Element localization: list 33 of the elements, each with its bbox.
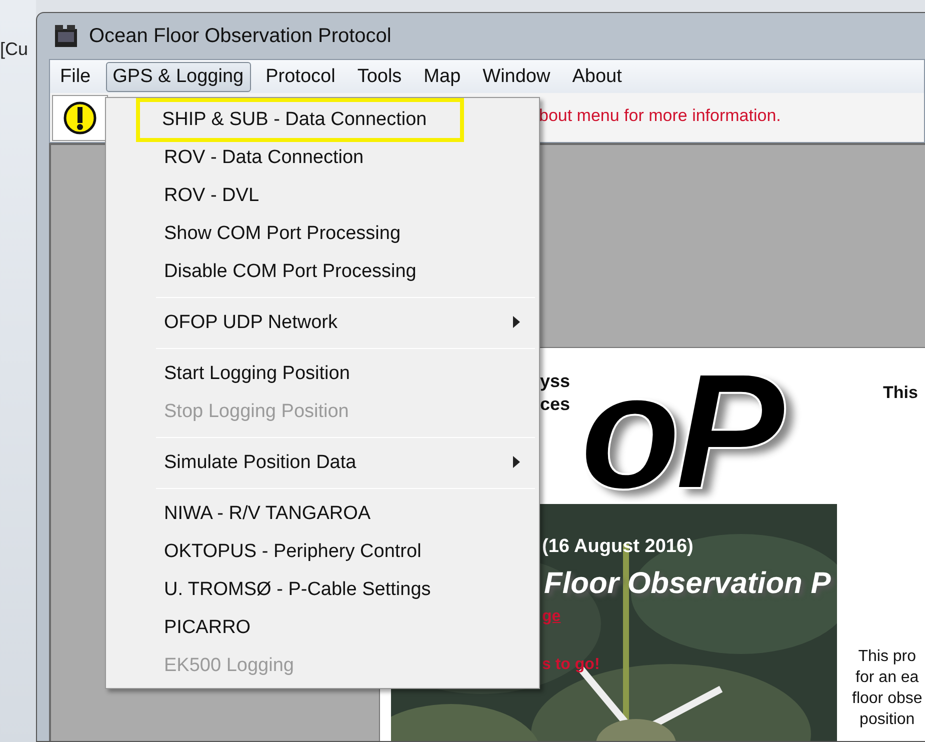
description-text: This pro for an ea floor obse position	[852, 647, 922, 730]
menu-item[interactable]: Start Logging Position	[108, 355, 537, 393]
window-title: Ocean Floor Observation Protocol	[89, 24, 392, 49]
window-title: [Cu	[0, 39, 28, 59]
menu-item[interactable]: Map	[416, 62, 468, 92]
menu-item[interactable]: SHIP & SUB - Data Connection	[139, 101, 461, 139]
menu-item[interactable]: Disable COM Port Processing	[108, 253, 537, 291]
menu-item[interactable]: OKTOPUS - Periphery Control	[108, 533, 537, 571]
submenu-arrow-icon	[513, 456, 520, 468]
menu-item[interactable]: Simulate Position Data	[108, 444, 537, 482]
heading-text: yss	[540, 370, 570, 393]
subtitle-text: Floor Observation P	[544, 566, 831, 602]
menu-item[interactable]: Window	[476, 62, 558, 92]
menu-item[interactable]: PICARRO	[108, 609, 537, 647]
heading-text: ces	[540, 393, 570, 416]
highlight-text: s to go!	[542, 655, 600, 675]
menu-item[interactable]: About	[565, 62, 629, 92]
menu-item[interactable]: NIWA - R/V TANGAROA	[108, 495, 537, 533]
menu-item[interactable]: ROV - DVL	[108, 177, 537, 215]
menu-item[interactable]: ROV - Data Connection	[108, 139, 537, 177]
menu-item[interactable]: Protocol	[258, 62, 342, 92]
status-message: bout menu for more information.	[539, 105, 781, 127]
submenu-arrow-icon	[513, 316, 520, 328]
menu-item[interactable]: OFOP UDP Network	[108, 304, 537, 342]
warning-icon	[63, 101, 97, 135]
menu-item[interactable]: U. TROMSØ - P-Cable Settings	[108, 571, 537, 609]
heading-text: This	[883, 382, 918, 404]
app-icon	[53, 23, 79, 49]
menu-item[interactable]: Tools	[350, 62, 409, 92]
menu-item[interactable]: GPS & Logging	[106, 62, 251, 92]
menu-item[interactable]: Show COM Port Processing	[108, 215, 537, 253]
date-text: (16 August 2016)	[542, 535, 694, 559]
menu-item[interactable]: File	[53, 62, 98, 92]
